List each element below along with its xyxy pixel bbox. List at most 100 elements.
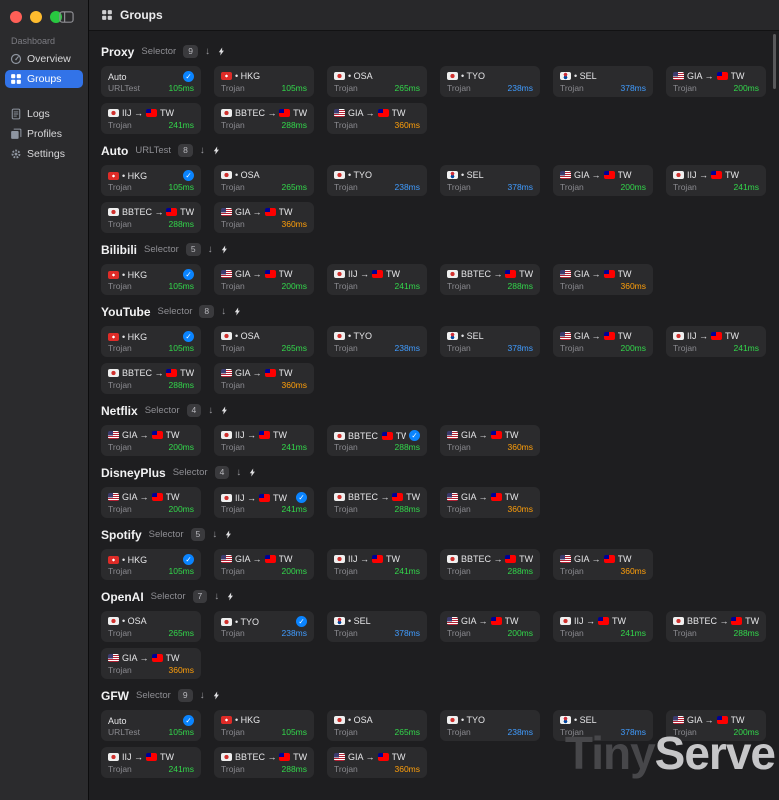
proxy-card[interactable]: • OSA Trojan 265ms <box>214 165 314 196</box>
proxy-card[interactable]: GIA →TW Trojan 360ms <box>440 487 540 518</box>
proxy-card[interactable]: • SEL Trojan 378ms <box>327 611 427 642</box>
latency-sort-button[interactable] <box>212 530 217 540</box>
sidebar-item-profiles[interactable]: Profiles <box>5 125 83 143</box>
sidebar-item-overview[interactable]: Overview <box>5 50 83 68</box>
latency-test-button[interactable] <box>233 306 242 317</box>
proxy-card[interactable]: GIA →TW Trojan 200ms <box>666 710 766 741</box>
proxy-card[interactable]: • HKG Trojan 105ms <box>101 264 201 295</box>
proxy-card[interactable]: BBTEC →TW Trojan 288ms <box>440 264 540 295</box>
proxy-card[interactable]: IIJ →TW Trojan 241ms <box>214 425 314 456</box>
proxy-card[interactable]: • SEL Trojan 378ms <box>440 326 540 357</box>
proxy-card[interactable]: • HKG Trojan 105ms <box>214 66 314 97</box>
proxy-card[interactable]: GIA →TW Trojan 360ms <box>327 103 427 134</box>
proxy-card[interactable]: GIA →TW Trojan 200ms <box>101 487 201 518</box>
proxy-card[interactable]: • HKG Trojan 105ms <box>101 549 201 580</box>
proxy-card-top: IIJ →TW <box>334 269 420 279</box>
proxy-card[interactable]: BBTEC →TW Trojan 288ms <box>214 747 314 778</box>
proxy-card[interactable]: Auto URLTest 105ms <box>101 66 201 97</box>
scrollbar-thumb[interactable] <box>773 34 776 89</box>
proxy-card[interactable]: GIA →TW Trojan 360ms <box>327 747 427 778</box>
minimize-window-button[interactable] <box>30 11 42 23</box>
proxy-card[interactable]: • OSA Trojan 265ms <box>327 66 427 97</box>
latency-test-button[interactable] <box>212 145 221 156</box>
proxy-card[interactable]: GIA →TW Trojan 200ms <box>440 611 540 642</box>
latency-test-button[interactable] <box>226 591 235 602</box>
latency-test-button[interactable] <box>220 405 229 416</box>
proxy-card-bottom: Trojan 105ms <box>108 183 194 192</box>
proxy-protocol: Trojan <box>673 728 697 737</box>
proxy-card[interactable]: • OSA Trojan 265ms <box>101 611 201 642</box>
proxy-card[interactable]: GIA →TW Trojan 360ms <box>553 549 653 580</box>
proxy-latency: 200ms <box>620 183 646 192</box>
sidebar-item-settings[interactable]: Settings <box>5 145 83 163</box>
proxy-protocol: Trojan <box>560 183 584 192</box>
proxy-card[interactable]: • SEL Trojan 378ms <box>440 165 540 196</box>
proxy-card[interactable]: GIA →TW Trojan 360ms <box>214 363 314 394</box>
latency-sort-button[interactable] <box>208 406 213 416</box>
latency-sort-button[interactable] <box>208 245 213 255</box>
latency-test-button[interactable] <box>220 244 229 255</box>
latency-sort-button[interactable] <box>200 146 205 156</box>
proxy-card[interactable]: BBTEC →TW Trojan 288ms <box>101 202 201 233</box>
latency-test-button[interactable] <box>212 690 221 701</box>
proxy-card[interactable]: GIA →TW Trojan 360ms <box>101 648 201 679</box>
proxy-card[interactable]: • HKG Trojan 105ms <box>101 326 201 357</box>
proxy-card[interactable]: BBTEC →TW Trojan 288ms <box>327 425 427 456</box>
proxy-card[interactable]: IIJ →TW Trojan 241ms <box>214 487 314 518</box>
proxy-card[interactable]: BBTEC →TW Trojan 288ms <box>440 549 540 580</box>
proxy-card[interactable]: BBTEC →TW Trojan 288ms <box>327 487 427 518</box>
proxy-card[interactable]: • TYO Trojan 238ms <box>440 710 540 741</box>
latency-test-button[interactable] <box>248 467 257 478</box>
proxy-card[interactable]: • HKG Trojan 105ms <box>214 710 314 741</box>
proxy-card[interactable]: GIA →TW Trojan 360ms <box>440 425 540 456</box>
proxy-card[interactable]: BBTEC →TW Trojan 288ms <box>666 611 766 642</box>
proxy-card[interactable]: IIJ →TW Trojan 241ms <box>327 264 427 295</box>
jp-flag-icon <box>334 555 345 563</box>
proxy-card-bottom: Trojan 288ms <box>221 765 307 774</box>
proxy-card[interactable]: • SEL Trojan 378ms <box>553 710 653 741</box>
latency-sort-button[interactable] <box>205 47 210 57</box>
sidebar-toggle-icon[interactable] <box>59 10 74 23</box>
proxy-card[interactable]: • TYO Trojan 238ms <box>327 165 427 196</box>
proxy-card[interactable]: • HKG Trojan 105ms <box>101 165 201 196</box>
proxy-card[interactable]: • TYO Trojan 238ms <box>327 326 427 357</box>
sidebar-item-groups[interactable]: Groups <box>5 70 83 88</box>
proxy-card[interactable]: GIA →TW Trojan 200ms <box>553 326 653 357</box>
proxy-card[interactable]: • OSA Trojan 265ms <box>214 326 314 357</box>
proxy-card[interactable]: IIJ →TW Trojan 241ms <box>327 549 427 580</box>
proxy-card[interactable]: • TYO Trojan 238ms <box>440 66 540 97</box>
latency-sort-button[interactable] <box>236 468 241 478</box>
proxy-name: BBTEC →TW <box>108 207 194 217</box>
proxy-card[interactable]: GIA →TW Trojan 200ms <box>214 549 314 580</box>
close-window-button[interactable] <box>10 11 22 23</box>
group-cards: Auto URLTest 105ms • HKG Trojan 105ms • … <box>101 66 779 134</box>
proxy-card[interactable]: BBTEC →TW Trojan 288ms <box>214 103 314 134</box>
sidebar-item-logs[interactable]: Logs <box>5 105 83 123</box>
group-name: Auto <box>101 144 128 158</box>
selected-check-icon <box>183 71 194 82</box>
latency-test-button[interactable] <box>224 529 233 540</box>
proxy-card[interactable]: • OSA Trojan 265ms <box>327 710 427 741</box>
latency-sort-button[interactable] <box>214 592 219 602</box>
latency-test-button[interactable] <box>217 46 226 57</box>
proxy-card[interactable]: • TYO Trojan 238ms <box>214 611 314 642</box>
proxy-latency: 265ms <box>394 728 420 737</box>
proxy-card[interactable]: IIJ →TW Trojan 241ms <box>666 165 766 196</box>
proxy-card[interactable]: Auto URLTest 105ms <box>101 710 201 741</box>
proxy-card[interactable]: GIA →TW Trojan 200ms <box>666 66 766 97</box>
latency-sort-button[interactable] <box>221 307 226 317</box>
tw-flag-icon <box>717 716 728 724</box>
proxy-card[interactable]: BBTEC →TW Trojan 288ms <box>101 363 201 394</box>
proxy-card[interactable]: GIA →TW Trojan 200ms <box>101 425 201 456</box>
proxy-card[interactable]: GIA →TW Trojan 360ms <box>553 264 653 295</box>
latency-sort-button[interactable] <box>200 691 205 701</box>
proxy-card[interactable]: IIJ →TW Trojan 241ms <box>101 747 201 778</box>
proxy-card[interactable]: IIJ →TW Trojan 241ms <box>666 326 766 357</box>
proxy-card[interactable]: GIA →TW Trojan 360ms <box>214 202 314 233</box>
proxy-card-bottom: Trojan 241ms <box>108 121 194 130</box>
proxy-card[interactable]: IIJ →TW Trojan 241ms <box>101 103 201 134</box>
proxy-card[interactable]: GIA →TW Trojan 200ms <box>553 165 653 196</box>
proxy-card[interactable]: GIA →TW Trojan 200ms <box>214 264 314 295</box>
proxy-card[interactable]: • SEL Trojan 378ms <box>553 66 653 97</box>
proxy-card[interactable]: IIJ →TW Trojan 241ms <box>553 611 653 642</box>
